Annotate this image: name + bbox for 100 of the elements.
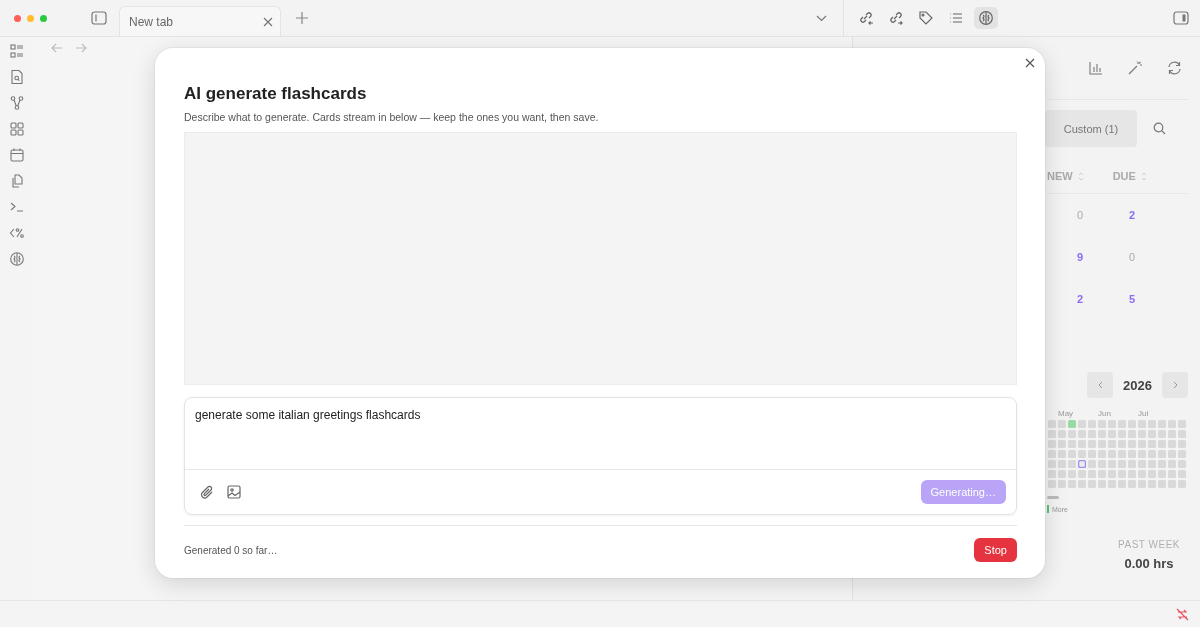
day-cell[interactable] bbox=[1098, 450, 1106, 458]
day-cell[interactable] bbox=[1108, 450, 1116, 458]
plus-icon[interactable] bbox=[296, 12, 308, 24]
day-cell[interactable] bbox=[1068, 470, 1076, 478]
day-cell[interactable] bbox=[1108, 430, 1116, 438]
day-cell[interactable] bbox=[1088, 430, 1096, 438]
day-cell[interactable] bbox=[1138, 460, 1146, 468]
day-cell[interactable] bbox=[1078, 420, 1086, 428]
day-cell[interactable] bbox=[1058, 450, 1066, 458]
day-cell[interactable] bbox=[1078, 480, 1086, 488]
day-cell[interactable] bbox=[1058, 440, 1066, 448]
sort-icon[interactable] bbox=[1140, 171, 1147, 181]
day-cell[interactable] bbox=[1098, 480, 1106, 488]
day-cell[interactable] bbox=[1178, 480, 1186, 488]
day-cell[interactable] bbox=[1158, 450, 1166, 458]
day-cell[interactable] bbox=[1138, 450, 1146, 458]
day-cell[interactable] bbox=[1048, 460, 1056, 468]
day-cell[interactable] bbox=[1118, 430, 1126, 438]
day-cell[interactable] bbox=[1138, 470, 1146, 478]
day-cell[interactable] bbox=[1048, 480, 1056, 488]
day-cell[interactable] bbox=[1168, 430, 1176, 438]
day-cell[interactable] bbox=[1138, 480, 1146, 488]
day-cell[interactable] bbox=[1078, 470, 1086, 478]
day-cell[interactable] bbox=[1068, 460, 1076, 468]
brain-icon[interactable] bbox=[9, 251, 25, 267]
day-cell[interactable] bbox=[1088, 450, 1096, 458]
image-icon[interactable] bbox=[227, 485, 241, 499]
day-cell[interactable] bbox=[1088, 420, 1096, 428]
calendar-icon[interactable] bbox=[9, 147, 25, 163]
forward-arrow-icon[interactable] bbox=[75, 43, 87, 53]
day-cell[interactable] bbox=[1128, 430, 1136, 438]
stop-button[interactable]: Stop bbox=[974, 538, 1017, 562]
search-icon[interactable] bbox=[1153, 122, 1166, 135]
day-cell[interactable] bbox=[1168, 450, 1176, 458]
minimize-dot[interactable] bbox=[27, 14, 34, 22]
day-cell[interactable] bbox=[1158, 420, 1166, 428]
day-cell[interactable] bbox=[1108, 440, 1116, 448]
day-cell[interactable] bbox=[1098, 420, 1106, 428]
day-cell[interactable] bbox=[1178, 470, 1186, 478]
sync-off-icon[interactable] bbox=[1176, 607, 1189, 621]
copy-icon[interactable] bbox=[9, 173, 25, 189]
close-icon[interactable] bbox=[263, 16, 273, 27]
day-cell[interactable] bbox=[1118, 480, 1126, 488]
day-cell[interactable] bbox=[1158, 440, 1166, 448]
day-cell[interactable] bbox=[1178, 440, 1186, 448]
close-dot[interactable] bbox=[14, 14, 21, 22]
day-cell[interactable] bbox=[1128, 420, 1136, 428]
day-cell[interactable] bbox=[1118, 450, 1126, 458]
day-cell[interactable] bbox=[1148, 470, 1156, 478]
activity-cell[interactable] bbox=[1068, 420, 1076, 428]
day-cell[interactable] bbox=[1048, 450, 1056, 458]
day-cell[interactable] bbox=[1118, 420, 1126, 428]
refresh-icon[interactable] bbox=[1167, 61, 1182, 75]
day-cell[interactable] bbox=[1058, 470, 1066, 478]
day-cell[interactable] bbox=[1118, 460, 1126, 468]
day-cell[interactable] bbox=[1128, 470, 1136, 478]
day-cell[interactable] bbox=[1068, 480, 1076, 488]
next-year-button[interactable] bbox=[1162, 372, 1188, 398]
sidebar-toggle-icon[interactable] bbox=[91, 11, 107, 25]
day-cell[interactable] bbox=[1068, 430, 1076, 438]
previous-year-button[interactable] bbox=[1087, 372, 1114, 398]
day-cell[interactable] bbox=[1058, 430, 1066, 438]
day-cell[interactable] bbox=[1158, 480, 1166, 488]
day-cell[interactable] bbox=[1098, 460, 1106, 468]
day-cell[interactable] bbox=[1148, 460, 1156, 468]
day-cell[interactable] bbox=[1118, 470, 1126, 478]
day-cell[interactable] bbox=[1168, 440, 1176, 448]
day-cell[interactable] bbox=[1078, 430, 1086, 438]
chevron-down-icon[interactable] bbox=[816, 14, 827, 22]
day-cell[interactable] bbox=[1048, 430, 1056, 438]
brain-icon[interactable] bbox=[974, 7, 998, 29]
day-cell[interactable] bbox=[1148, 430, 1156, 438]
day-cell[interactable] bbox=[1098, 430, 1106, 438]
day-cell[interactable] bbox=[1098, 440, 1106, 448]
day-cell[interactable] bbox=[1138, 440, 1146, 448]
day-cell[interactable] bbox=[1158, 430, 1166, 438]
file-search-icon[interactable] bbox=[9, 69, 25, 85]
day-cell[interactable] bbox=[1068, 450, 1076, 458]
filter-tab[interactable]: Custom (1) bbox=[1045, 110, 1137, 147]
day-cell[interactable] bbox=[1048, 420, 1056, 428]
day-cell[interactable] bbox=[1058, 460, 1066, 468]
bar-chart-icon[interactable] bbox=[1089, 61, 1103, 75]
day-cell[interactable] bbox=[1178, 450, 1186, 458]
grid-icon[interactable] bbox=[9, 121, 25, 137]
prompt-field[interactable]: generate some italian greetings flashcards bbox=[185, 398, 1016, 470]
day-cell[interactable] bbox=[1128, 450, 1136, 458]
day-cell[interactable] bbox=[1048, 440, 1056, 448]
day-cell[interactable] bbox=[1098, 470, 1106, 478]
day-cell[interactable] bbox=[1108, 420, 1116, 428]
day-cell[interactable] bbox=[1178, 420, 1186, 428]
day-cell[interactable] bbox=[1118, 440, 1126, 448]
day-cell[interactable] bbox=[1108, 480, 1116, 488]
day-cell[interactable] bbox=[1108, 460, 1116, 468]
day-cell[interactable] bbox=[1148, 450, 1156, 458]
magic-wand-icon[interactable] bbox=[1128, 61, 1142, 75]
close-icon[interactable] bbox=[1025, 58, 1035, 68]
day-cell[interactable] bbox=[1178, 460, 1186, 468]
day-cell[interactable] bbox=[1088, 460, 1096, 468]
paperclip-icon[interactable] bbox=[200, 484, 214, 500]
day-cell[interactable] bbox=[1128, 480, 1136, 488]
